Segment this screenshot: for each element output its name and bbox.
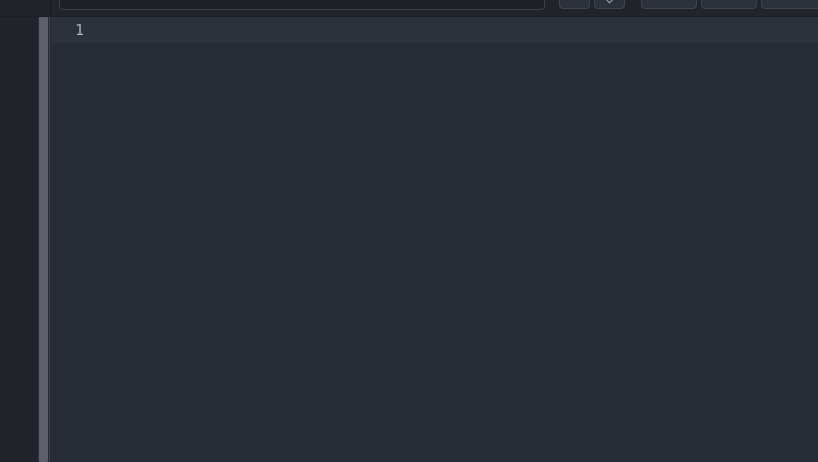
find-previous-button[interactable] <box>559 0 590 9</box>
code-editor[interactable]: 1 <box>51 17 818 462</box>
vertical-scrollbar[interactable] <box>38 17 50 462</box>
editor-window: 1 <box>0 0 818 462</box>
chevron-up-icon <box>569 0 580 4</box>
find-input[interactable] <box>59 0 545 10</box>
chevron-down-icon <box>604 0 615 4</box>
scrollbar-thumb[interactable] <box>39 17 48 462</box>
side-panel <box>0 17 38 462</box>
find-option-button-2[interactable] <box>701 0 757 9</box>
toolbar-left-pane <box>0 0 51 16</box>
find-option-button-3[interactable] <box>761 0 818 9</box>
find-next-button[interactable] <box>594 0 625 9</box>
find-option-button-1[interactable] <box>641 0 697 9</box>
line-content[interactable] <box>99 17 818 43</box>
editor-line-1[interactable]: 1 <box>51 17 818 43</box>
line-number: 1 <box>74 21 84 39</box>
find-toolbar <box>0 0 818 17</box>
